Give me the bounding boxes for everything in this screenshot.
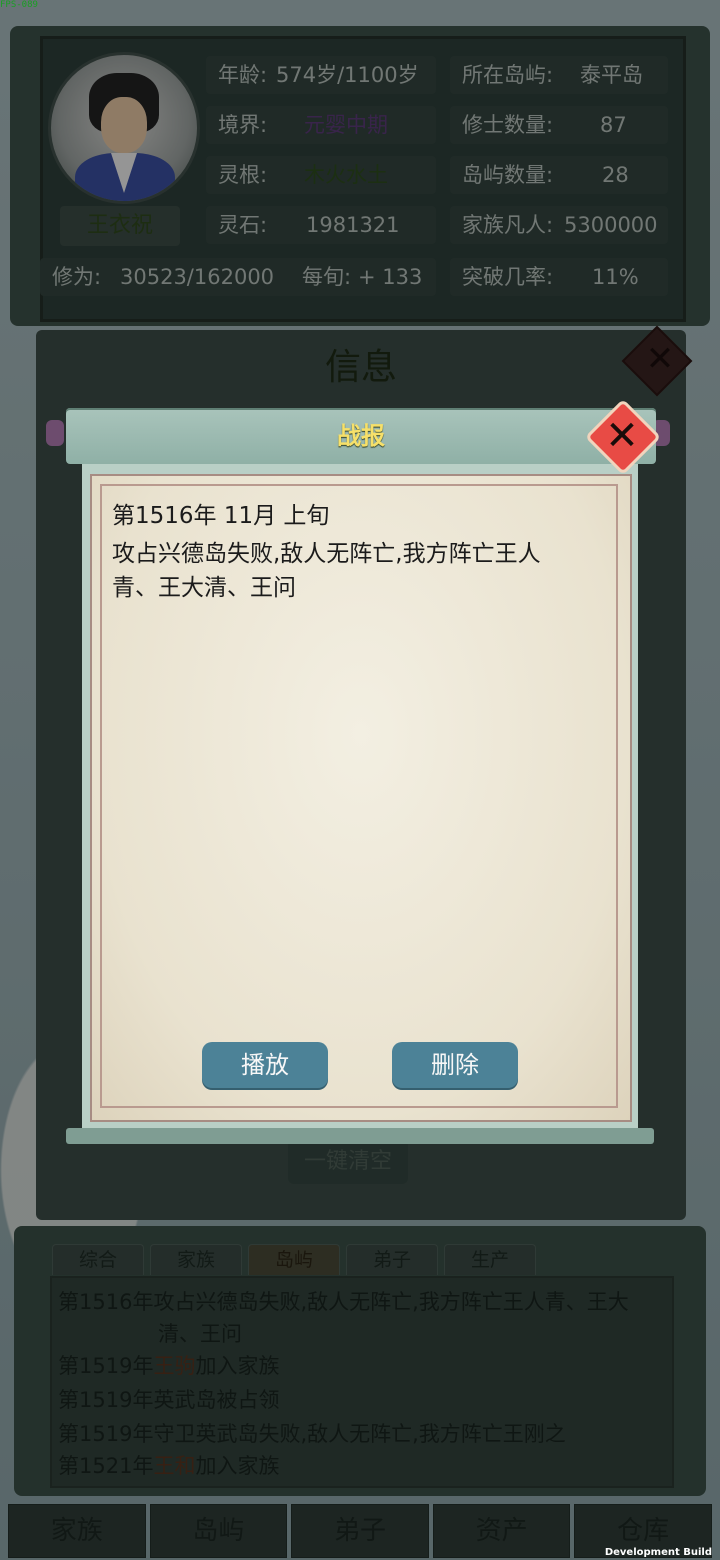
scroll-knob-left	[46, 420, 64, 446]
play-button[interactable]: 播放	[202, 1042, 328, 1088]
modal-header: 战报	[66, 408, 656, 464]
delete-button[interactable]: 删除	[392, 1042, 518, 1088]
report-message-line2: 青、王大清、王问	[112, 575, 296, 601]
report-message-line1: 攻占兴德岛失败,敌人无阵亡,我方阵亡王人	[112, 541, 541, 567]
modal-title: 战报	[337, 422, 385, 450]
close-icon: ✕	[605, 413, 639, 459]
report-date: 第1516年 11月 上旬	[112, 503, 330, 529]
dev-build-label: Development Build	[604, 1547, 712, 1558]
modal-bottom-rod	[66, 1128, 654, 1144]
